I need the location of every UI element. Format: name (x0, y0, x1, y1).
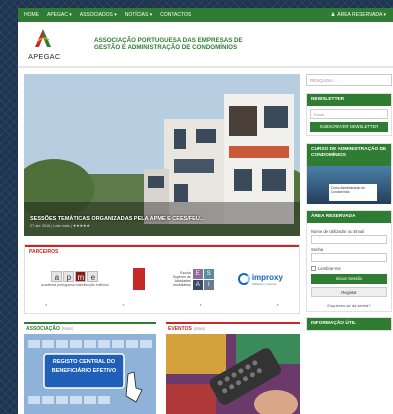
association-more-link[interactable]: (Mais) (62, 326, 74, 331)
checkbox-box[interactable] (311, 266, 316, 271)
reserved-area-label: ÁREA RESERVADA ▾ (337, 12, 386, 18)
main-menu: HOME APEGAC ▾ ASSOCIADOS ▾ NOTÍCIAS ▾ CO… (22, 12, 195, 18)
hero-slider[interactable]: SESSÕES TEMÁTICAS ORGANIZADAS PELA APME … (24, 74, 300, 236)
pager-dot[interactable]: ● (45, 302, 47, 307)
nav-home[interactable]: HOME (22, 12, 43, 18)
username-input[interactable] (311, 235, 387, 244)
sidebar: PESQUISA ... NEWSLETTER Email SUBSCREVER… (306, 74, 392, 331)
newsletter-title: NEWSLETTER (307, 94, 391, 106)
nav-associados[interactable]: ASSOCIADOS ▾ (76, 12, 121, 18)
events-card-title[interactable]: EVENTOS (168, 326, 192, 332)
association-title-line2: GESTÃO E ADMINISTRAÇÃO DE CONDOMÍNIOS (94, 44, 238, 51)
apme-logo[interactable]: a p m e academia portuguesa manutenção e… (41, 271, 109, 287)
login-button[interactable]: Iniciar Sessão (311, 274, 387, 284)
pager-dot[interactable]: ● (277, 302, 279, 307)
apme-letter: e (87, 271, 99, 282)
pager-dot[interactable]: ● (122, 302, 124, 307)
useful-info-box: INFORMAÇÃO ÚTIL (306, 317, 392, 331)
association-card-title[interactable]: ASSOCIAÇÃO (26, 326, 60, 332)
events-card-image[interactable] (166, 334, 300, 414)
register-button[interactable]: Registar (311, 287, 387, 297)
apme-letter: m (75, 271, 87, 282)
association-title: ASSOCIAÇÃO PORTUGUESA DAS EMPRESAS DE GE… (94, 37, 243, 52)
apme-letter: a (51, 271, 63, 282)
partners-title: PARCEIROS (25, 245, 299, 256)
esai-logo[interactable]: Escola Superior de Atividades Imobiliári… (169, 268, 214, 290)
apegac-logo-mark (35, 29, 51, 47)
hero-meta: 27 abr 2016 | Leia mais | ★★★★★ (30, 224, 90, 228)
registo-central-sign: REGISTO CENTRAL DO BENEFICIÁRIO EFETIVO (44, 358, 124, 376)
remember-me-checkbox[interactable]: Lembrar-me (311, 266, 387, 271)
reserved-area-box: ÁREA RESERVADA Nome de Utilizador ou Ema… (306, 210, 392, 312)
sign-line1: REGISTO CENTRAL DO (52, 359, 116, 365)
partners-logos: a p m e academia portuguesa manutenção e… (25, 256, 299, 302)
course-banner[interactable]: Curso Administração de Condomínios (307, 166, 391, 204)
esai-text: Escola Superior de Atividades Imobiliári… (172, 271, 191, 287)
association-card: ASSOCIAÇÃO (Mais) REGISTO CENTRAL DO BENE… (24, 322, 156, 414)
search-input[interactable]: PESQUISA ... (306, 74, 392, 86)
password-input[interactable] (311, 253, 387, 262)
logo-text: APEGAC (28, 52, 61, 61)
apegac-logo[interactable]: APEGAC (24, 25, 66, 63)
sign-line2: BENEFICIÁRIO EFETIVO (51, 368, 117, 374)
reserved-area-menu[interactable]: ♟ ÁREA RESERVADA ▾ (331, 12, 390, 18)
esai-letter: S (203, 268, 214, 279)
nav-noticias[interactable]: NOTÍCIAS ▾ (121, 12, 157, 18)
pager-dot[interactable]: ● (199, 302, 201, 307)
building-photo (24, 74, 300, 236)
partner-red-logo[interactable] (132, 268, 145, 290)
useful-info-title: INFORMAÇÃO ÚTIL (307, 318, 391, 330)
improxy-swirl-icon (237, 273, 250, 285)
hero-caption[interactable]: SESSÕES TEMÁTICAS ORGANIZADAS PELA APME … (30, 216, 204, 222)
top-navigation-bar: HOME APEGAC ▾ ASSOCIADOS ▾ NOTÍCIAS ▾ CO… (18, 8, 393, 22)
password-label: Senha (311, 247, 324, 252)
course-box: CURSO DE ADMINISTRAÇÃO DE CONDOMÍNIOS Cu… (306, 143, 392, 204)
newsletter-box: NEWSLETTER Email SUBSCREVER NEWSLETTER (306, 93, 392, 136)
apme-subtitle: academia portuguesa manutenção edifícios (41, 283, 109, 287)
site-header: APEGAC ASSOCIAÇÃO PORTUGUESA DAS EMPRESA… (18, 22, 393, 68)
improxy-logo[interactable]: improxy Software | Internet (237, 272, 283, 286)
subscribe-newsletter-button[interactable]: SUBSCREVER NEWSLETTER (310, 122, 388, 132)
user-icon: ♟ (330, 12, 336, 18)
esai-letter: I (203, 279, 214, 290)
course-title[interactable]: CURSO DE ADMINISTRAÇÃO DE CONDOMÍNIOS (307, 144, 391, 166)
association-title-line1: ASSOCIAÇÃO PORTUGUESA DAS EMPRESAS DE (94, 36, 243, 44)
esai-letter: E (192, 268, 203, 279)
nav-apegac[interactable]: APEGAC ▾ (43, 12, 76, 18)
apme-letter: p (63, 271, 75, 282)
improxy-name: improxy (251, 272, 283, 282)
main-content: SESSÕES TEMÁTICAS ORGANIZADAS PELA APME … (18, 68, 393, 414)
forgot-password-link[interactable]: Esqueceu-se da senha? (311, 303, 387, 308)
events-more-link[interactable]: (Mais) (194, 326, 206, 331)
events-card: EVENTOS (Mais) (166, 322, 300, 414)
nav-contactos[interactable]: CONTACTOS (156, 12, 195, 18)
esai-letter: A (192, 279, 203, 290)
reserved-area-title: ÁREA RESERVADA (307, 211, 391, 223)
username-label: Nome de Utilizador ou Email (311, 229, 365, 234)
course-sheet: Curso Administração de Condomínios (329, 184, 377, 201)
remote-control-photo (166, 334, 300, 414)
improxy-subtitle: Software | Internet (251, 281, 277, 286)
remember-me-label: Lembrar-me (318, 266, 341, 271)
newsletter-email-input[interactable]: Email (310, 109, 388, 119)
partners-section: PARCEIROS a p m e academia portuguesa ma… (24, 244, 300, 314)
site-frame: HOME APEGAC ▾ ASSOCIADOS ▾ NOTÍCIAS ▾ CO… (18, 8, 393, 414)
partners-pager: ● ● ● ● (25, 302, 299, 307)
